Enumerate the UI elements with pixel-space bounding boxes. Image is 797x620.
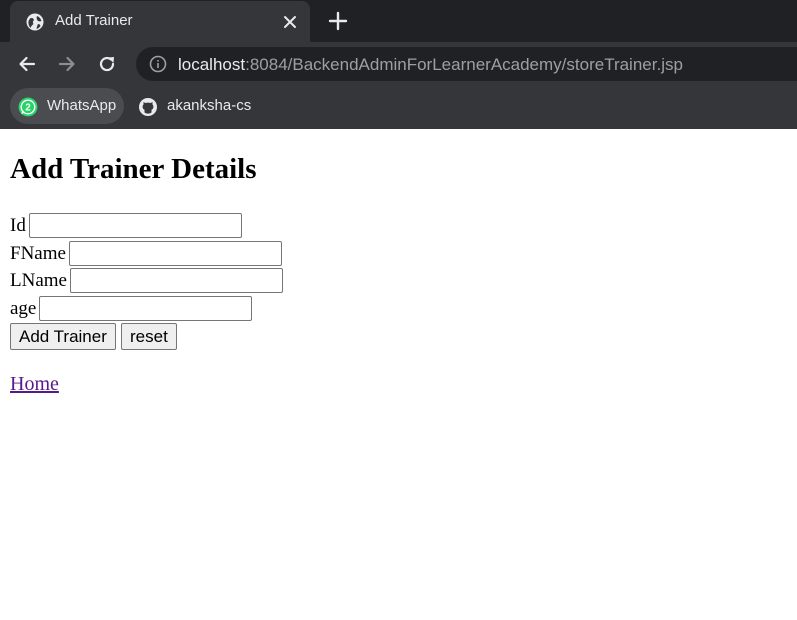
tab-title: Add Trainer [55, 12, 133, 29]
form-row-lname: LName [10, 267, 283, 294]
form-row-id: Id [10, 212, 242, 239]
whatsapp-badge: 2 [25, 103, 31, 114]
page-title: Add Trainer Details [10, 153, 257, 185]
home-link[interactable]: Home [10, 373, 59, 396]
add-trainer-button[interactable]: Add Trainer [10, 323, 116, 350]
url-path: :8084/BackendAdminForLearnerAcademy/stor… [245, 55, 683, 74]
reload-icon[interactable] [97, 54, 117, 74]
age-input[interactable] [39, 296, 253, 321]
reset-button[interactable]: reset [121, 323, 177, 350]
bookmarks-bar: 2 WhatsApp akanksha-cs [0, 86, 797, 129]
form-row-fname: FName [10, 240, 282, 267]
lname-label: LName [10, 270, 67, 291]
bookmark-akanksha-cs[interactable]: akanksha-cs [133, 88, 259, 124]
fname-label: FName [10, 243, 66, 264]
forward-arrow-icon[interactable] [57, 54, 77, 74]
page-content: Add Trainer Details Id FName LName age A… [0, 129, 797, 620]
id-input[interactable] [28, 213, 242, 238]
info-icon[interactable] [149, 55, 167, 73]
address-bar[interactable]: localhost:8084/BackendAdminForLearnerAca… [136, 47, 797, 81]
bookmark-label: WhatsApp [47, 97, 117, 114]
age-label: age [10, 298, 37, 319]
fname-input[interactable] [68, 241, 282, 266]
bookmark-whatsapp[interactable]: 2 WhatsApp [10, 88, 124, 124]
browser-chrome: Add Trainer localhost:8084/BackendAdminF… [0, 0, 797, 129]
url-text[interactable]: localhost:8084/BackendAdminForLearnerAca… [178, 55, 683, 75]
close-icon[interactable] [280, 12, 300, 32]
bookmark-label: akanksha-cs [167, 97, 252, 114]
plus-icon[interactable] [327, 10, 349, 32]
id-label: Id [10, 215, 26, 236]
toolbar: localhost:8084/BackendAdminForLearnerAca… [0, 42, 797, 86]
github-icon [139, 98, 157, 116]
lname-input[interactable] [69, 268, 283, 293]
form-row-age: age [10, 295, 253, 322]
url-host: localhost [178, 55, 246, 74]
tab-add-trainer[interactable]: Add Trainer [10, 1, 310, 42]
tab-strip: Add Trainer [0, 0, 797, 42]
whatsapp-icon: 2 [18, 97, 38, 117]
globe-icon [26, 13, 44, 31]
back-arrow-icon[interactable] [17, 54, 37, 74]
